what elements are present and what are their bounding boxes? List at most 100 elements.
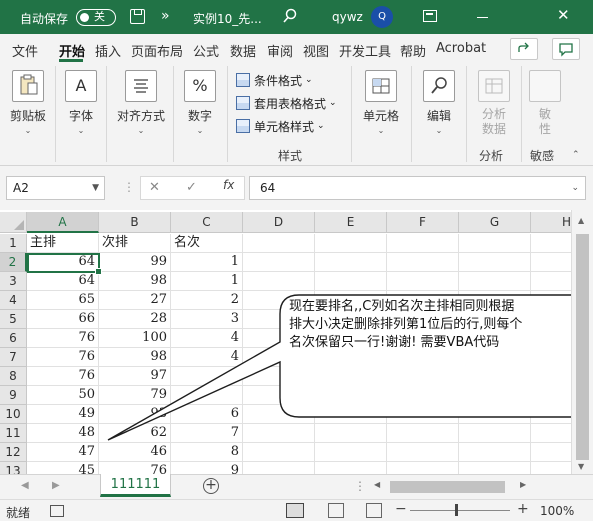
- zoom-slider[interactable]: [410, 510, 510, 511]
- toggle-knob: [80, 12, 89, 22]
- close-icon[interactable]: ✕: [557, 6, 570, 24]
- zoom-in-icon[interactable]: +: [517, 501, 529, 517]
- font-icon-letter: A: [75, 76, 87, 95]
- scroll-down-icon[interactable]: ▼: [578, 462, 584, 471]
- horizontal-scrollbar[interactable]: ◀ ▶: [370, 480, 570, 494]
- callout-text[interactable]: 现在要排名,,C列如名次主排相同则根据 排大小决定删除排列第1位后的行,则每个 …: [289, 298, 579, 352]
- group-clipboard: 剪贴板 ⌄: [0, 66, 56, 162]
- page-break-view-icon[interactable]: [366, 503, 382, 518]
- chevron-down-icon: ⌄: [329, 98, 337, 108]
- avatar[interactable]: Q: [371, 6, 393, 28]
- clipboard-icon: [12, 70, 44, 102]
- minimize-icon[interactable]: [477, 17, 488, 19]
- comments-button[interactable]: [552, 38, 580, 60]
- status-bar: 就绪 − + 100%: [0, 499, 593, 521]
- tab-developer[interactable]: 开发工具: [339, 41, 391, 60]
- tab-help[interactable]: 帮助: [400, 41, 426, 60]
- group-cells: 单元格 ⌄: [352, 66, 412, 162]
- group-font: A 字体 ⌄: [56, 66, 107, 162]
- save-icon[interactable]: [130, 9, 145, 24]
- format-as-table-button[interactable]: 套用表格格式 ⌄: [236, 93, 337, 113]
- scroll-left-icon[interactable]: ◀: [374, 480, 380, 489]
- formula-bar: A2 ▼ ⋮ ✕ ✓ fx 64 ⌄: [0, 166, 593, 210]
- tab-review[interactable]: 审阅: [267, 41, 293, 60]
- name-box[interactable]: A2 ▼: [6, 176, 105, 200]
- cell-styles-label: 单元格样式: [254, 119, 315, 134]
- percent-icon-glyph: %: [192, 76, 208, 95]
- sensitivity-label: 敏 性: [538, 107, 551, 136]
- cells-icon: [365, 70, 397, 102]
- scroll-right-icon[interactable]: ▶: [520, 480, 526, 489]
- add-sheet-button[interactable]: +: [203, 478, 219, 494]
- share-icon: [518, 42, 529, 52]
- alignment-button[interactable]: 对齐方式 ⌄: [111, 70, 171, 135]
- sensitivity-group-label: 敏感: [530, 149, 555, 163]
- group-editing: 编辑 ⌄: [412, 66, 467, 162]
- zoom-slider-thumb[interactable]: [455, 504, 458, 516]
- tab-file[interactable]: 文件: [12, 41, 38, 60]
- toggle-state: 关: [94, 10, 105, 23]
- analysis-group-label: 分析: [479, 149, 504, 163]
- document-title[interactable]: 实例10_先...: [193, 10, 262, 27]
- chevron-down-icon: ⌄: [77, 126, 85, 135]
- vertical-scroll-thumb[interactable]: [576, 234, 589, 460]
- cell-styles-button[interactable]: 单元格样式 ⌄: [236, 116, 325, 136]
- tab-home[interactable]: 开始: [59, 41, 85, 60]
- tab-formulas[interactable]: 公式: [193, 41, 219, 60]
- worksheet-grid[interactable]: ABCDEFGH 1 主排 次排 名次 2 64 99 1 3 64 98 1 4 65 27 2 5 66 28 3…: [0, 210, 593, 474]
- zoom-level[interactable]: 100%: [540, 504, 574, 518]
- number-button[interactable]: % 数字 ⌄: [176, 70, 224, 135]
- sheet-tab-111111[interactable]: 111111: [100, 474, 171, 497]
- normal-view-icon[interactable]: [286, 503, 304, 518]
- macro-recording-icon[interactable]: [50, 505, 64, 517]
- analyze-data-button[interactable]: 分析 数据: [470, 70, 518, 137]
- styles-group-label: 样式: [278, 149, 303, 163]
- enter-icon[interactable]: ✓: [186, 180, 197, 195]
- number-label: 数字: [187, 109, 212, 123]
- autosave-toggle[interactable]: 关: [76, 9, 116, 26]
- conditional-format-button[interactable]: 条件格式 ⌄: [236, 70, 313, 90]
- chevron-down-icon: ⌄: [317, 121, 325, 131]
- active-tab-indicator: [59, 59, 83, 62]
- tab-insert[interactable]: 插入: [95, 41, 121, 60]
- cells-label: 单元格: [362, 109, 399, 123]
- font-icon: A: [65, 70, 97, 102]
- cells-button[interactable]: 单元格 ⌄: [357, 70, 405, 135]
- editing-label: 编辑: [426, 109, 451, 123]
- collapse-ribbon-icon[interactable]: ⌃: [572, 150, 580, 160]
- tab-page-layout[interactable]: 页面布局: [131, 41, 183, 60]
- ribbon-display-icon[interactable]: [423, 10, 437, 22]
- horizontal-scroll-thumb[interactable]: [390, 481, 505, 493]
- chevron-down-icon: ⌄: [305, 75, 313, 85]
- formula-bar-grip-icon: ⋮: [123, 180, 135, 194]
- prev-sheet-icon[interactable]: ◀: [21, 480, 29, 491]
- more-commands-icon[interactable]: »: [161, 8, 170, 24]
- zoom-out-icon[interactable]: −: [395, 501, 407, 517]
- insert-function-icon[interactable]: fx: [223, 178, 234, 192]
- clipboard-button[interactable]: 剪贴板 ⌄: [4, 70, 52, 135]
- chevron-down-icon: ⌄: [377, 126, 385, 135]
- sensitivity-button[interactable]: 敏 性: [522, 70, 568, 137]
- vertical-scrollbar[interactable]: ▲ ▼: [571, 210, 593, 474]
- next-sheet-icon[interactable]: ▶: [52, 480, 60, 491]
- group-alignment: 对齐方式 ⌄: [107, 66, 174, 162]
- analyze-data-label: 分析 数据: [481, 107, 506, 136]
- expand-formula-icon[interactable]: ⌄: [571, 183, 579, 193]
- formula-input[interactable]: 64 ⌄: [249, 176, 586, 200]
- font-button[interactable]: A 字体 ⌄: [57, 70, 105, 135]
- tab-data[interactable]: 数据: [230, 41, 256, 60]
- share-button[interactable]: [510, 38, 538, 60]
- cancel-icon[interactable]: ✕: [149, 180, 160, 195]
- autosave-label: 自动保存: [20, 12, 69, 26]
- editing-button[interactable]: 编辑 ⌄: [415, 70, 463, 135]
- chevron-down-icon[interactable]: ▼: [92, 183, 99, 193]
- table-format-icon: [236, 96, 250, 110]
- page-layout-view-icon[interactable]: [328, 503, 344, 518]
- search-icon[interactable]: [282, 8, 298, 24]
- tab-acrobat[interactable]: Acrobat: [436, 41, 486, 56]
- tab-split-grip-icon[interactable]: ⋮: [354, 479, 366, 493]
- user-name: qywz: [332, 10, 363, 24]
- ribbon: 剪贴板 ⌄ A 字体 ⌄ 对齐方式 ⌄ % 数字 ⌄ 条件格式 ⌄ 套用表格格式…: [0, 64, 593, 166]
- scroll-up-icon[interactable]: ▲: [578, 216, 584, 225]
- tab-view[interactable]: 视图: [303, 41, 329, 60]
